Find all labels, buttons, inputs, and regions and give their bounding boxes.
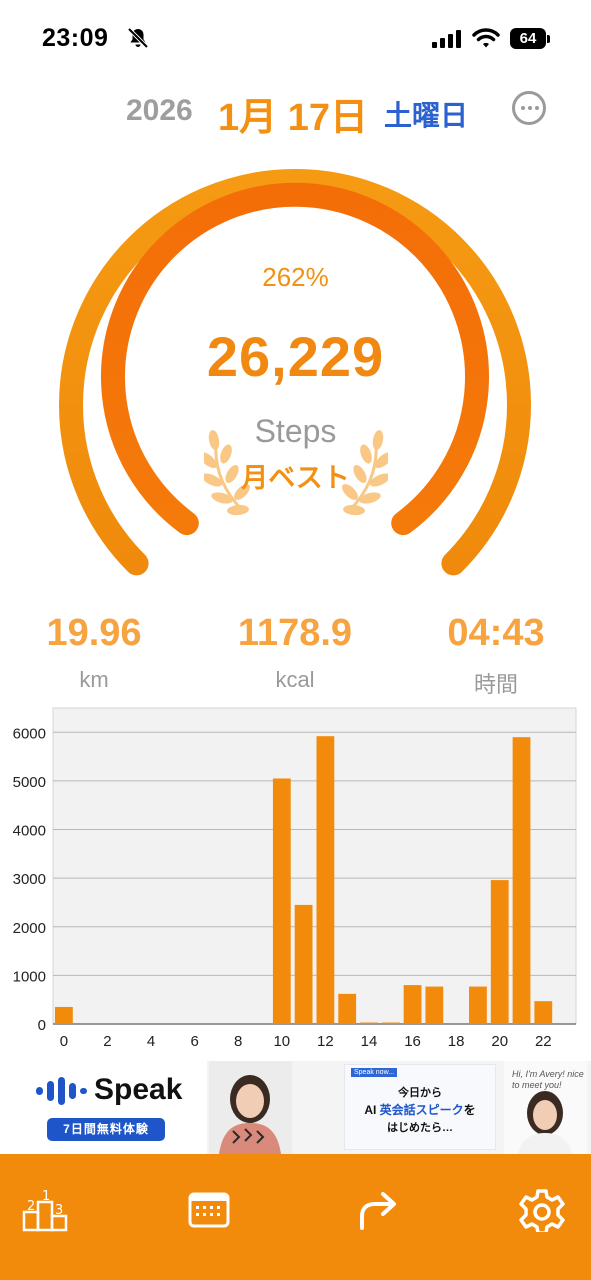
x-tick-label: 2 <box>103 1033 111 1050</box>
bar-hour-11 <box>294 904 313 1024</box>
podium-icon: 2 1 3 <box>22 1189 68 1232</box>
x-tick-label: 22 <box>535 1033 552 1050</box>
x-tick-label: 14 <box>361 1033 378 1050</box>
y-tick-label: 6000 <box>13 725 46 742</box>
bar-hour-16 <box>403 985 422 1024</box>
calories-unit: kcal <box>275 667 315 692</box>
y-tick-label: 4000 <box>13 823 46 840</box>
x-tick-label: 10 <box>273 1033 290 1050</box>
bar-hour-15 <box>381 1022 400 1024</box>
x-tick-label: 8 <box>234 1033 242 1050</box>
status-time: 23:09 <box>42 24 109 52</box>
ad-greeting: Hi, I'm Avery! nice to meet you! <box>512 1069 584 1090</box>
dot <box>528 106 532 110</box>
date-year: 2026 <box>126 94 193 127</box>
date-weekday: 土曜日 <box>384 100 469 131</box>
ad-line-2: AI 英会話スピークを <box>345 1101 495 1118</box>
ad-line-2c: を <box>463 1103 476 1117</box>
y-tick-label: 3000 <box>13 871 46 888</box>
tab-settings[interactable] <box>512 1172 572 1235</box>
dot <box>535 106 539 110</box>
signal-icon <box>432 30 461 48</box>
tab-share[interactable] <box>346 1172 406 1232</box>
ad-line-1: 今日から <box>398 1087 442 1099</box>
dot <box>521 106 525 110</box>
battery-indicator: 64 <box>510 28 546 49</box>
hourly-steps-chart: 0 1000 2000 3000 4000 5000 6000 0 2 4 6 8 10 12 14 16 18… <box>13 707 577 1050</box>
battery-tip <box>547 35 550 43</box>
calendar-icon <box>188 1192 230 1228</box>
ad-photo[interactable]: Hi, I'm Avery! nice to meet you! <box>504 1061 587 1154</box>
step-count: 26,229 <box>206 325 385 388</box>
y-tick-label: 5000 <box>13 774 46 791</box>
ad-line-2b: 英会話スピーク <box>379 1103 464 1117</box>
ad-line-2a: AI <box>364 1103 380 1117</box>
svg-text:2: 2 <box>27 1199 35 1214</box>
x-tick-label: 16 <box>404 1033 421 1050</box>
calories-value: 1178.9 <box>237 612 353 654</box>
x-tick-label: 12 <box>317 1033 334 1050</box>
svg-text:1: 1 <box>42 1189 50 1204</box>
tab-calendar[interactable] <box>178 1172 238 1232</box>
duration-value: 04:43 <box>447 612 545 654</box>
duration-unit: 時間 <box>473 672 518 697</box>
goal-percent: 262% <box>262 262 329 292</box>
more-options-button[interactable] <box>512 91 546 125</box>
bar-hour-20 <box>490 880 509 1024</box>
ad-text-panel[interactable]: Speak now... 今日から AI 英会話スピークを はじめたら… <box>344 1064 496 1150</box>
bar-hour-21 <box>512 737 531 1024</box>
y-tick-label: 0 <box>38 1017 46 1034</box>
ad-line-3: はじめたら… <box>387 1122 453 1134</box>
y-tick-label: 2000 <box>13 920 46 937</box>
svg-text:3: 3 <box>55 1203 63 1218</box>
share-arrow-icon <box>360 1192 396 1230</box>
wifi-icon <box>472 28 500 48</box>
bar-hour-19 <box>469 986 487 1024</box>
ad-cta-button[interactable]: 7日間無料体験 <box>47 1118 165 1141</box>
ad-brand: Speak <box>94 1073 183 1106</box>
bar-hour-0 <box>55 1006 73 1024</box>
bar-hour-17 <box>425 986 444 1024</box>
x-tick-label: 0 <box>60 1033 68 1050</box>
gear-icon <box>519 1189 565 1235</box>
bottom-tab-bar: 2 1 3 <box>0 1154 591 1280</box>
bell-muted-icon <box>127 27 149 49</box>
distance-value: 19.96 <box>46 612 142 654</box>
x-tick-label: 18 <box>448 1033 465 1050</box>
x-tick-label: 6 <box>190 1033 198 1050</box>
distance-unit: km <box>79 667 109 692</box>
bar-hour-10 <box>272 778 291 1024</box>
presenter-photo <box>209 1061 292 1154</box>
x-tick-label: 20 <box>491 1033 508 1050</box>
monthly-best-badge: 月ベスト <box>241 463 350 493</box>
ad-photo[interactable] <box>209 1061 292 1154</box>
ad-banner[interactable]: Speak 7日間無料体験 Speak now... 今日から AI 英会話スピ… <box>0 1061 591 1154</box>
speak-logo-icon <box>36 1077 87 1105</box>
bar-hour-13 <box>338 993 357 1024</box>
ad-speak-panel[interactable]: Speak 7日間無料体験 <box>0 1061 207 1154</box>
bar-hour-12 <box>316 736 335 1024</box>
tab-ranking[interactable]: 2 1 3 <box>16 1172 76 1232</box>
ad-tag: Speak now... <box>351 1068 398 1077</box>
bar-hour-22 <box>534 1001 553 1024</box>
x-tick-label: 4 <box>147 1033 155 1050</box>
y-tick-label: 1000 <box>13 968 46 985</box>
bar-hour-14 <box>360 1022 378 1024</box>
